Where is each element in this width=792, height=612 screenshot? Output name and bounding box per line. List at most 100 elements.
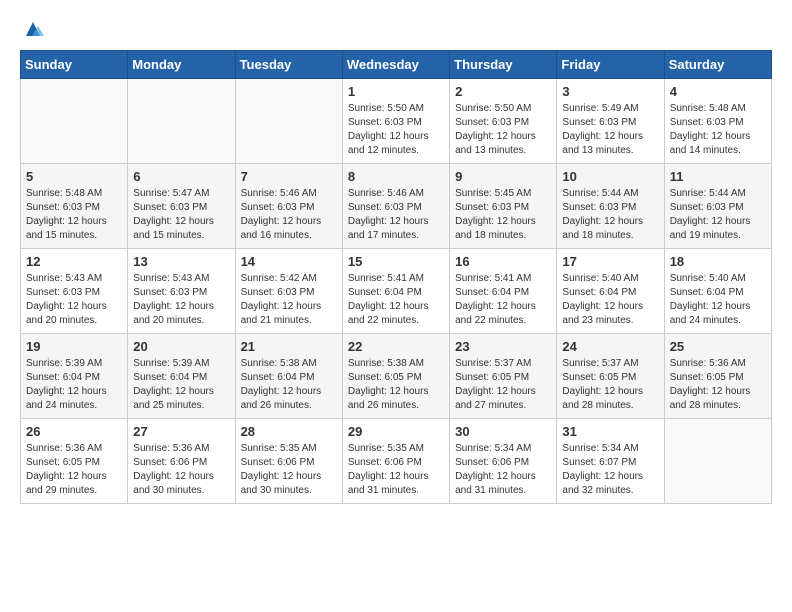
week-row-2: 5 Sunrise: 5:48 AM Sunset: 6:03 PM Daylig…	[21, 164, 772, 249]
calendar-cell: 15 Sunrise: 5:41 AM Sunset: 6:04 PM Dayli…	[342, 249, 449, 334]
day-info: Sunrise: 5:39 AM Sunset: 6:04 PM Dayligh…	[26, 357, 122, 413]
weekday-header-tuesday: Tuesday	[235, 51, 342, 79]
calendar-cell: 11 Sunrise: 5:44 AM Sunset: 6:03 PM Dayli…	[664, 164, 771, 249]
day-number: 21	[241, 339, 337, 354]
day-number: 2	[455, 84, 551, 99]
day-number: 8	[348, 169, 444, 184]
calendar-cell	[128, 79, 235, 164]
day-info: Sunrise: 5:50 AM Sunset: 6:03 PM Dayligh…	[348, 102, 444, 158]
day-number: 4	[670, 84, 766, 99]
calendar-cell: 16 Sunrise: 5:41 AM Sunset: 6:04 PM Dayli…	[450, 249, 557, 334]
day-info: Sunrise: 5:43 AM Sunset: 6:03 PM Dayligh…	[26, 272, 122, 328]
day-info: Sunrise: 5:36 AM Sunset: 6:05 PM Dayligh…	[26, 442, 122, 498]
day-number: 17	[562, 254, 658, 269]
day-info: Sunrise: 5:35 AM Sunset: 6:06 PM Dayligh…	[348, 442, 444, 498]
calendar-cell: 17 Sunrise: 5:40 AM Sunset: 6:04 PM Dayli…	[557, 249, 664, 334]
day-number: 5	[26, 169, 122, 184]
day-number: 13	[133, 254, 229, 269]
day-number: 26	[26, 424, 122, 439]
day-info: Sunrise: 5:46 AM Sunset: 6:03 PM Dayligh…	[348, 187, 444, 243]
day-info: Sunrise: 5:44 AM Sunset: 6:03 PM Dayligh…	[562, 187, 658, 243]
day-info: Sunrise: 5:48 AM Sunset: 6:03 PM Dayligh…	[26, 187, 122, 243]
day-info: Sunrise: 5:36 AM Sunset: 6:05 PM Dayligh…	[670, 357, 766, 413]
calendar-cell	[21, 79, 128, 164]
weekday-header-row: SundayMondayTuesdayWednesdayThursdayFrid…	[21, 51, 772, 79]
day-info: Sunrise: 5:39 AM Sunset: 6:04 PM Dayligh…	[133, 357, 229, 413]
calendar-cell: 29 Sunrise: 5:35 AM Sunset: 6:06 PM Dayli…	[342, 419, 449, 504]
weekday-header-friday: Friday	[557, 51, 664, 79]
logo	[20, 20, 44, 40]
day-info: Sunrise: 5:40 AM Sunset: 6:04 PM Dayligh…	[562, 272, 658, 328]
calendar-cell: 25 Sunrise: 5:36 AM Sunset: 6:05 PM Dayli…	[664, 334, 771, 419]
weekday-header-thursday: Thursday	[450, 51, 557, 79]
day-number: 16	[455, 254, 551, 269]
day-number: 15	[348, 254, 444, 269]
day-info: Sunrise: 5:44 AM Sunset: 6:03 PM Dayligh…	[670, 187, 766, 243]
calendar-cell: 8 Sunrise: 5:46 AM Sunset: 6:03 PM Daylig…	[342, 164, 449, 249]
week-row-1: 1 Sunrise: 5:50 AM Sunset: 6:03 PM Daylig…	[21, 79, 772, 164]
day-number: 3	[562, 84, 658, 99]
calendar-cell	[235, 79, 342, 164]
week-row-5: 26 Sunrise: 5:36 AM Sunset: 6:05 PM Dayli…	[21, 419, 772, 504]
day-info: Sunrise: 5:37 AM Sunset: 6:05 PM Dayligh…	[455, 357, 551, 413]
calendar-cell: 26 Sunrise: 5:36 AM Sunset: 6:05 PM Dayli…	[21, 419, 128, 504]
day-number: 29	[348, 424, 444, 439]
day-info: Sunrise: 5:42 AM Sunset: 6:03 PM Dayligh…	[241, 272, 337, 328]
calendar-table: SundayMondayTuesdayWednesdayThursdayFrid…	[20, 50, 772, 504]
day-info: Sunrise: 5:43 AM Sunset: 6:03 PM Dayligh…	[133, 272, 229, 328]
day-number: 12	[26, 254, 122, 269]
day-number: 22	[348, 339, 444, 354]
weekday-header-sunday: Sunday	[21, 51, 128, 79]
calendar-cell: 14Sunrise: 5:42 AM Sunset: 6:03 PM Dayli…	[235, 249, 342, 334]
day-number: 28	[241, 424, 337, 439]
day-info: Sunrise: 5:46 AM Sunset: 6:03 PM Dayligh…	[241, 187, 337, 243]
day-number: 6	[133, 169, 229, 184]
day-info: Sunrise: 5:35 AM Sunset: 6:06 PM Dayligh…	[241, 442, 337, 498]
day-info: Sunrise: 5:45 AM Sunset: 6:03 PM Dayligh…	[455, 187, 551, 243]
calendar-cell: 7Sunrise: 5:46 AM Sunset: 6:03 PM Daylig…	[235, 164, 342, 249]
day-info: Sunrise: 5:48 AM Sunset: 6:03 PM Dayligh…	[670, 102, 766, 158]
day-info: Sunrise: 5:36 AM Sunset: 6:06 PM Dayligh…	[133, 442, 229, 498]
calendar-cell: 4 Sunrise: 5:48 AM Sunset: 6:03 PM Daylig…	[664, 79, 771, 164]
calendar-cell: 20Sunrise: 5:39 AM Sunset: 6:04 PM Dayli…	[128, 334, 235, 419]
calendar-cell: 10 Sunrise: 5:44 AM Sunset: 6:03 PM Dayli…	[557, 164, 664, 249]
calendar-cell: 9Sunrise: 5:45 AM Sunset: 6:03 PM Daylig…	[450, 164, 557, 249]
day-number: 18	[670, 254, 766, 269]
day-number: 10	[562, 169, 658, 184]
day-info: Sunrise: 5:41 AM Sunset: 6:04 PM Dayligh…	[455, 272, 551, 328]
calendar-cell: 22 Sunrise: 5:38 AM Sunset: 6:05 PM Dayli…	[342, 334, 449, 419]
day-info: Sunrise: 5:47 AM Sunset: 6:03 PM Dayligh…	[133, 187, 229, 243]
day-number: 27	[133, 424, 229, 439]
calendar-cell: 27 Sunrise: 5:36 AM Sunset: 6:06 PM Dayli…	[128, 419, 235, 504]
day-info: Sunrise: 5:34 AM Sunset: 6:06 PM Dayligh…	[455, 442, 551, 498]
day-info: Sunrise: 5:37 AM Sunset: 6:05 PM Dayligh…	[562, 357, 658, 413]
page-header	[20, 20, 772, 40]
week-row-3: 12 Sunrise: 5:43 AM Sunset: 6:03 PM Dayli…	[21, 249, 772, 334]
calendar-cell: 21Sunrise: 5:38 AM Sunset: 6:04 PM Dayli…	[235, 334, 342, 419]
calendar-cell: 3 Sunrise: 5:49 AM Sunset: 6:03 PM Daylig…	[557, 79, 664, 164]
logo-icon	[22, 18, 44, 40]
calendar-cell: 13 Sunrise: 5:43 AM Sunset: 6:03 PM Dayli…	[128, 249, 235, 334]
day-info: Sunrise: 5:34 AM Sunset: 6:07 PM Dayligh…	[562, 442, 658, 498]
day-number: 11	[670, 169, 766, 184]
day-number: 1	[348, 84, 444, 99]
day-info: Sunrise: 5:41 AM Sunset: 6:04 PM Dayligh…	[348, 272, 444, 328]
calendar-cell: 6 Sunrise: 5:47 AM Sunset: 6:03 PM Daylig…	[128, 164, 235, 249]
weekday-header-saturday: Saturday	[664, 51, 771, 79]
calendar-cell: 23Sunrise: 5:37 AM Sunset: 6:05 PM Dayli…	[450, 334, 557, 419]
day-number: 31	[562, 424, 658, 439]
day-number: 25	[670, 339, 766, 354]
day-info: Sunrise: 5:38 AM Sunset: 6:05 PM Dayligh…	[348, 357, 444, 413]
day-info: Sunrise: 5:50 AM Sunset: 6:03 PM Dayligh…	[455, 102, 551, 158]
calendar-cell: 5 Sunrise: 5:48 AM Sunset: 6:03 PM Daylig…	[21, 164, 128, 249]
weekday-header-monday: Monday	[128, 51, 235, 79]
calendar-cell: 1 Sunrise: 5:50 AM Sunset: 6:03 PM Daylig…	[342, 79, 449, 164]
calendar-cell: 19Sunrise: 5:39 AM Sunset: 6:04 PM Dayli…	[21, 334, 128, 419]
calendar-cell: 2 Sunrise: 5:50 AM Sunset: 6:03 PM Daylig…	[450, 79, 557, 164]
calendar-cell: 30 Sunrise: 5:34 AM Sunset: 6:06 PM Dayli…	[450, 419, 557, 504]
day-number: 30	[455, 424, 551, 439]
calendar-cell: 24Sunrise: 5:37 AM Sunset: 6:05 PM Dayli…	[557, 334, 664, 419]
calendar-cell: 31 Sunrise: 5:34 AM Sunset: 6:07 PM Dayli…	[557, 419, 664, 504]
week-row-4: 19Sunrise: 5:39 AM Sunset: 6:04 PM Dayli…	[21, 334, 772, 419]
day-info: Sunrise: 5:49 AM Sunset: 6:03 PM Dayligh…	[562, 102, 658, 158]
